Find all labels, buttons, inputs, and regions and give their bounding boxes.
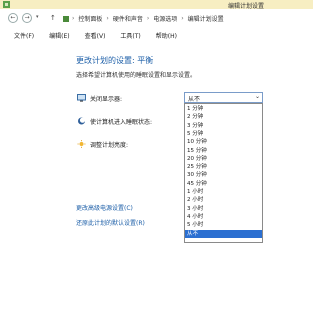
history-dropdown-icon[interactable]: ▾ bbox=[36, 14, 39, 20]
display-off-select-value: 从不 bbox=[188, 96, 201, 103]
menu-bar: 文件(F) 编辑(E) 查看(V) 工具(T) 帮助(H) bbox=[0, 31, 313, 41]
dropdown-option[interactable]: 3 小时 bbox=[185, 205, 262, 213]
menu-tools[interactable]: 工具(T) bbox=[120, 31, 146, 41]
breadcrumb-separator: › bbox=[106, 15, 109, 22]
dropdown-option[interactable]: 30 分钟 bbox=[185, 171, 262, 179]
brightness-icon bbox=[77, 140, 86, 148]
control-panel-icon bbox=[63, 15, 69, 22]
dropdown-option[interactable]: 3 分钟 bbox=[185, 122, 262, 130]
forward-button[interactable]: → bbox=[22, 13, 32, 23]
sleep-label: 使计算机进入睡眠状态: bbox=[90, 119, 153, 126]
dropdown-option[interactable]: 4 小时 bbox=[185, 213, 262, 221]
breadcrumb-item[interactable]: 硬件和声音 bbox=[113, 14, 143, 23]
breadcrumb-separator: › bbox=[146, 15, 150, 22]
title-bar: 编辑计划设置 bbox=[0, 0, 313, 10]
menu-view[interactable]: 查看(V) bbox=[85, 31, 112, 41]
dropdown-option[interactable]: 5 分钟 bbox=[185, 130, 262, 138]
breadcrumb-item[interactable]: 电源选项 bbox=[153, 14, 177, 23]
monitor-icon bbox=[77, 94, 86, 102]
advanced-power-settings-link[interactable]: 更改高级电源设置(C) bbox=[76, 203, 133, 212]
display-off-dropdown-list: 1 分钟 2 分钟 3 分钟 5 分钟 10 分钟 15 分钟 20 分钟 25… bbox=[184, 103, 263, 243]
sleep-icon bbox=[78, 117, 86, 125]
dropdown-option[interactable]: 2 小时 bbox=[185, 196, 262, 204]
menu-help[interactable]: 帮助(H) bbox=[156, 31, 183, 41]
dropdown-option[interactable]: 2 分钟 bbox=[185, 113, 262, 121]
dropdown-option[interactable]: 1 小时 bbox=[185, 188, 262, 196]
page-title: 更改计划的设置: 平衡 bbox=[76, 56, 154, 65]
back-button[interactable]: ← bbox=[8, 13, 18, 23]
dropdown-option[interactable]: 10 分钟 bbox=[185, 138, 262, 146]
page-subtitle: 选择希望计算机使用的睡眠设置和显示设置。 bbox=[76, 72, 197, 79]
up-arrow-icon[interactable]: ↑ bbox=[50, 14, 56, 22]
menu-file[interactable]: 文件(F) bbox=[14, 31, 40, 41]
menu-edit[interactable]: 编辑(E) bbox=[49, 31, 75, 41]
breadcrumb-item[interactable]: 编辑计划设置 bbox=[188, 14, 224, 23]
dropdown-option[interactable]: 15 分钟 bbox=[185, 147, 262, 155]
dropdown-option[interactable]: 20 分钟 bbox=[185, 155, 262, 163]
dropdown-option[interactable]: 1 分钟 bbox=[185, 105, 262, 113]
brightness-label: 调整计划亮度: bbox=[90, 142, 129, 149]
display-off-label: 关闭显示器: bbox=[90, 96, 123, 103]
window-title: 编辑计划设置 bbox=[228, 3, 265, 10]
breadcrumb: › 控制面板 › 硬件和声音 › 电源选项 › 编辑计划设置 bbox=[62, 13, 228, 24]
chevron-down-icon: ⌄ bbox=[254, 93, 260, 100]
restore-defaults-link[interactable]: 还原此计划的默认设置(R) bbox=[76, 218, 145, 227]
dropdown-option-selected[interactable]: 从不 bbox=[185, 229, 262, 238]
dropdown-option[interactable]: 25 分钟 bbox=[185, 163, 262, 171]
dropdown-option[interactable]: 5 小时 bbox=[185, 221, 262, 229]
breadcrumb-item[interactable]: 控制面板 bbox=[78, 14, 102, 23]
breadcrumb-separator: › bbox=[181, 15, 184, 22]
display-off-select[interactable]: 从不 ⌄ bbox=[184, 92, 263, 103]
navigation-bar: ← → ▾ ↑ › 控制面板 › 硬件和声音 › 电源选项 › 编辑计划设置 bbox=[0, 12, 313, 26]
breadcrumb-separator: › bbox=[72, 15, 75, 22]
dropdown-option[interactable]: 45 分钟 bbox=[185, 180, 262, 188]
power-options-icon bbox=[3, 1, 10, 8]
